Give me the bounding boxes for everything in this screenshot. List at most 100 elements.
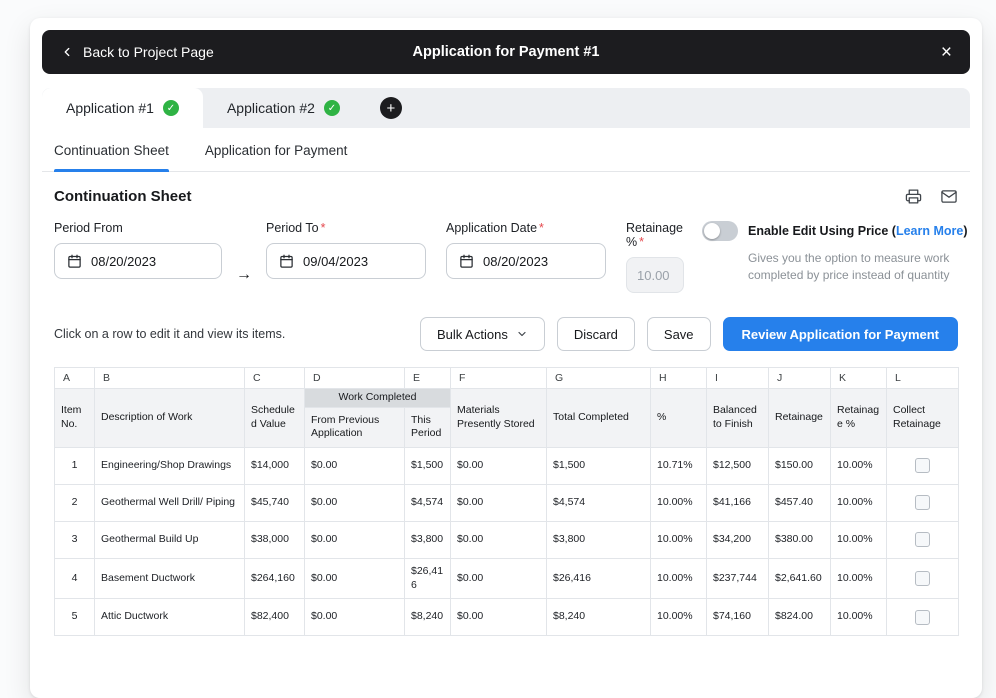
cell-description: Geothermal Build Up xyxy=(95,521,245,558)
cell-retainage: $457.40 xyxy=(769,484,831,521)
application-date-value: 08/20/2023 xyxy=(483,254,548,269)
sheet-subtabs: Continuation Sheet Application for Payme… xyxy=(42,128,970,172)
collect-retainage-checkbox[interactable] xyxy=(915,495,930,510)
column-letter: D xyxy=(305,368,405,389)
review-application-button[interactable]: Review Application for Payment xyxy=(723,317,958,351)
cell-balanced-to-finish: $74,160 xyxy=(707,599,769,636)
application-date-input[interactable]: 08/20/2023 xyxy=(446,243,606,279)
cell-from-previous: $0.00 xyxy=(305,558,405,598)
retainage-input[interactable] xyxy=(626,257,684,293)
cell-scheduled-value: $45,740 xyxy=(245,484,305,521)
action-buttons: Bulk Actions Discard Save Review Applica… xyxy=(420,317,958,351)
cell-from-previous: $0.00 xyxy=(305,447,405,484)
cell-item-no: 3 xyxy=(55,521,95,558)
table-row[interactable]: 1 Engineering/Shop Drawings $14,000 $0.0… xyxy=(55,447,959,484)
cell-item-no: 2 xyxy=(55,484,95,521)
cell-retainage-percent: 10.00% xyxy=(831,599,887,636)
cell-total-completed: $3,800 xyxy=(547,521,651,558)
check-circle-icon: ✓ xyxy=(163,100,179,116)
period-form: Period From 08/20/2023 → Period To* 09/0… xyxy=(54,221,958,293)
cell-retainage-percent: 10.00% xyxy=(831,558,887,598)
cell-materials: $0.00 xyxy=(451,521,547,558)
header-row: Item No. Description of Work Scheduled V… xyxy=(55,389,959,408)
back-label: Back to Project Page xyxy=(83,44,214,60)
column-letters-row: A B C D E F G H I J K L xyxy=(55,368,959,389)
subtab-application-for-payment[interactable]: Application for Payment xyxy=(205,143,348,171)
period-to-label: Period To* xyxy=(266,221,426,235)
column-letter: I xyxy=(707,368,769,389)
cell-materials: $0.00 xyxy=(451,484,547,521)
cell-this-period: $26,416 xyxy=(405,558,451,598)
learn-more-link[interactable]: Learn More xyxy=(896,224,963,238)
cell-description: Attic Ductwork xyxy=(95,599,245,636)
cell-materials: $0.00 xyxy=(451,599,547,636)
save-button[interactable]: Save xyxy=(647,317,711,351)
chevron-down-icon xyxy=(516,328,528,340)
application-modal: Back to Project Page Application for Pay… xyxy=(30,18,982,698)
calendar-icon xyxy=(67,254,82,269)
cell-description: Geothermal Well Drill/ Piping xyxy=(95,484,245,521)
discard-button[interactable]: Discard xyxy=(557,317,635,351)
calendar-icon xyxy=(279,254,294,269)
table-row[interactable]: 4 Basement Ductwork $264,160 $0.00 $26,4… xyxy=(55,558,959,598)
page-title: Continuation Sheet xyxy=(54,188,192,205)
collect-retainage-checkbox[interactable] xyxy=(915,610,930,625)
cell-this-period: $1,500 xyxy=(405,447,451,484)
cell-percent: 10.00% xyxy=(651,484,707,521)
period-from-label: Period From xyxy=(54,221,222,235)
mail-icon[interactable] xyxy=(940,188,958,205)
column-letter: K xyxy=(831,368,887,389)
enable-price-toggle[interactable] xyxy=(702,221,738,241)
tab-application-1[interactable]: Application #1 ✓ xyxy=(42,88,203,128)
cell-description: Basement Ductwork xyxy=(95,558,245,598)
column-letter: H xyxy=(651,368,707,389)
cell-balanced-to-finish: $237,744 xyxy=(707,558,769,598)
cell-this-period: $4,574 xyxy=(405,484,451,521)
table-row[interactable]: 5 Attic Ductwork $82,400 $0.00 $8,240 $0… xyxy=(55,599,959,636)
period-from-input[interactable]: 08/20/2023 xyxy=(54,243,222,279)
bulk-actions-button[interactable]: Bulk Actions xyxy=(420,317,545,351)
cell-from-previous: $0.00 xyxy=(305,599,405,636)
collect-retainage-checkbox[interactable] xyxy=(915,571,930,586)
cell-percent: 10.00% xyxy=(651,521,707,558)
continuation-table-wrap: A B C D E F G H I J K L Item No. xyxy=(54,367,958,636)
collect-retainage-checkbox[interactable] xyxy=(915,532,930,547)
cell-materials: $0.00 xyxy=(451,558,547,598)
cell-retainage: $824.00 xyxy=(769,599,831,636)
cell-item-no: 1 xyxy=(55,447,95,484)
application-tabs: Application #1 ✓ Application #2 ✓ + xyxy=(42,88,970,128)
header-retainage: Retainage xyxy=(769,389,831,448)
close-button[interactable]: × xyxy=(941,43,952,62)
cell-scheduled-value: $264,160 xyxy=(245,558,305,598)
header-work-completed: Work Completed xyxy=(305,389,451,408)
sheet-head: Continuation Sheet xyxy=(54,188,958,205)
period-to-input[interactable]: 09/04/2023 xyxy=(266,243,426,279)
column-letter: B xyxy=(95,368,245,389)
header-from-previous: From Previous Application xyxy=(305,407,405,447)
cell-scheduled-value: $14,000 xyxy=(245,447,305,484)
cell-scheduled-value: $38,000 xyxy=(245,521,305,558)
collect-retainage-checkbox[interactable] xyxy=(915,458,930,473)
continuation-table: A B C D E F G H I J K L Item No. xyxy=(54,367,959,636)
retainage-label: Retainage %* xyxy=(626,221,684,249)
cell-total-completed: $8,240 xyxy=(547,599,651,636)
price-toggle-help: Gives you the option to measure work com… xyxy=(748,250,984,284)
cell-percent: 10.71% xyxy=(651,447,707,484)
print-icon[interactable] xyxy=(905,188,922,205)
add-application-button[interactable]: + xyxy=(380,97,402,119)
action-row: Click on a row to edit it and view its i… xyxy=(54,317,958,351)
table-row[interactable]: 3 Geothermal Build Up $38,000 $0.00 $3,8… xyxy=(55,521,959,558)
period-from-field: Period From 08/20/2023 xyxy=(54,221,222,293)
header-balanced-to-finish: Balanced to Finish xyxy=(707,389,769,448)
arrow-right-icon: → xyxy=(236,257,252,293)
subtab-continuation-sheet[interactable]: Continuation Sheet xyxy=(54,143,169,171)
period-to-value: 09/04/2023 xyxy=(303,254,368,269)
table-row[interactable]: 2 Geothermal Well Drill/ Piping $45,740 … xyxy=(55,484,959,521)
tab-application-2[interactable]: Application #2 ✓ xyxy=(203,88,364,128)
sheet-content: Continuation Sheet Period From 08/20/202… xyxy=(42,172,970,636)
header-description: Description of Work xyxy=(95,389,245,448)
period-to-field: Period To* 09/04/2023 xyxy=(266,221,426,293)
cell-percent: 10.00% xyxy=(651,558,707,598)
cell-this-period: $8,240 xyxy=(405,599,451,636)
back-to-project-button[interactable]: Back to Project Page xyxy=(60,44,214,60)
